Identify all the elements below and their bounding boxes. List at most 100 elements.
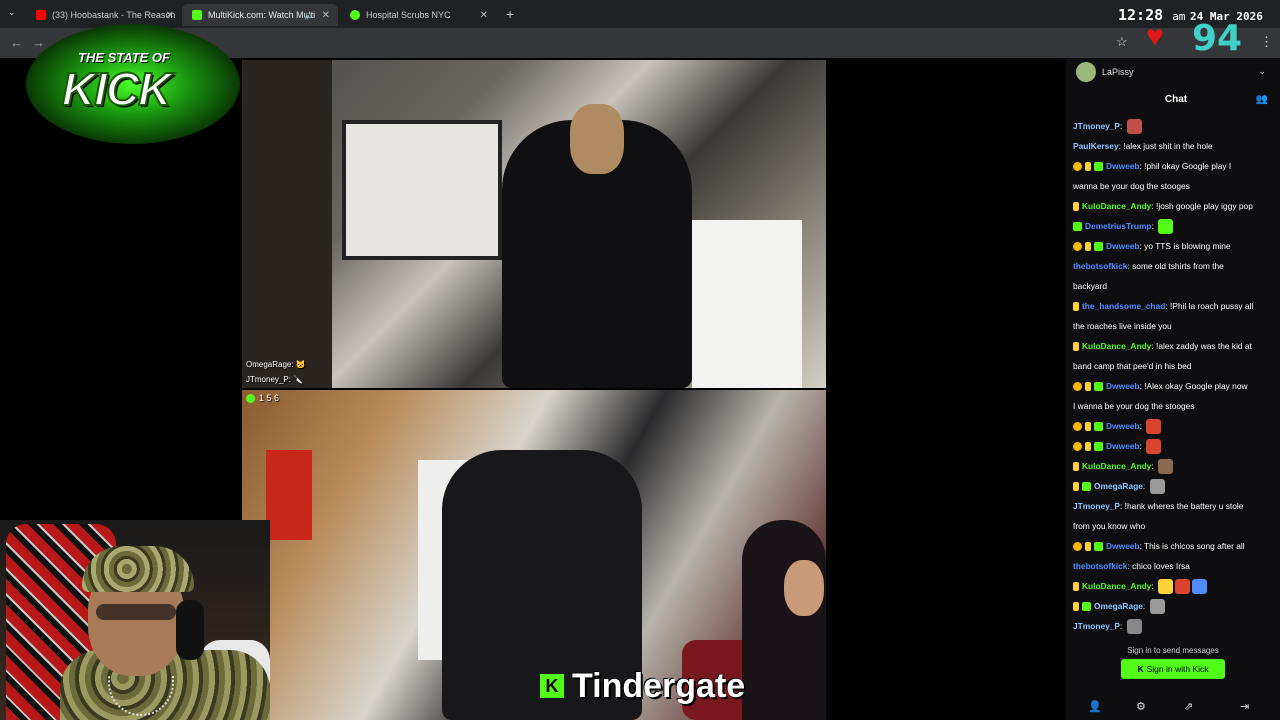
chat-username[interactable]: JTmoney_P	[1073, 621, 1120, 631]
colon-separator: :	[1139, 421, 1145, 431]
chat-username[interactable]: thebotsofkick	[1073, 261, 1127, 271]
chat-username[interactable]: Dwweeb	[1106, 381, 1140, 391]
chat-message: OmegaRage:	[1073, 476, 1276, 496]
bookmark-star-icon[interactable]: ☆	[1116, 34, 1128, 50]
wall-poster	[266, 450, 312, 540]
tab-hoobastank[interactable]: (33) Hoobastank - The Reason ✕	[26, 4, 182, 26]
chat-message: JTmoney_P:	[1073, 616, 1276, 636]
headphones	[176, 600, 204, 660]
message-text: I wanna be your dog the stooges	[1073, 401, 1195, 411]
chat-username[interactable]: KuloDance_Andy	[1082, 461, 1151, 471]
multikick-favicon-icon	[192, 10, 202, 20]
chat-username[interactable]: PaulKersey	[1073, 141, 1119, 151]
chat-username[interactable]: Dwweeb	[1106, 441, 1140, 451]
message-text: !alex just shit in the hole	[1123, 141, 1213, 151]
projector-screen	[342, 120, 502, 260]
chat-emote-icon	[1126, 619, 1142, 635]
chevron-down-icon[interactable]: ⌄	[1258, 66, 1266, 77]
tab-multikick[interactable]: MultiKick.com: Watch Multi 🔈 ✕	[182, 4, 338, 26]
browser-menu-icon[interactable]: ⋮	[1260, 34, 1273, 50]
chat-username[interactable]: JTmoney_P	[1073, 121, 1120, 131]
chat-badge-icon	[1085, 442, 1091, 452]
chat-username[interactable]: the_handsome_chad	[1082, 301, 1165, 311]
popout-icon[interactable]: ⇗	[1184, 700, 1193, 713]
youtube-favicon-icon	[36, 10, 46, 20]
video-fridge	[692, 220, 802, 388]
chat-messages: JTmoney_P: PaulKersey: !alex just shit i…	[1066, 114, 1280, 636]
chat-badge-icon	[1085, 162, 1091, 172]
tab-label: (33) Hoobastank - The Reason	[52, 10, 176, 20]
chat-badge-icon	[1073, 382, 1082, 392]
colon-separator: :	[1151, 461, 1156, 471]
tab-label: MultiKick.com: Watch Multi	[208, 10, 316, 20]
message-text: !josh google play iggy pop	[1156, 201, 1253, 211]
settings-gear-icon[interactable]: ⚙	[1136, 700, 1146, 713]
chat-username[interactable]: Dwweeb	[1106, 421, 1140, 431]
chat-message: KuloDance_Andy:	[1073, 576, 1276, 596]
add-user-icon[interactable]: 👤	[1088, 700, 1102, 713]
chat-badge-icon	[1073, 162, 1082, 172]
heart-icon: ♥	[1146, 20, 1164, 53]
clock-ampm: am	[1172, 10, 1186, 23]
webcam-glasses	[96, 604, 176, 620]
chat-message: Dwweeb: yo TTS is blowing mine	[1073, 236, 1276, 256]
chat-username[interactable]: thebotsofkick	[1073, 561, 1127, 571]
colon-separator: :	[1120, 121, 1125, 131]
chat-badge-icon	[1094, 162, 1103, 172]
chat-username[interactable]: Dwweeb	[1106, 161, 1140, 171]
message-text: This is chicos song after all	[1144, 541, 1245, 551]
chat-message: DemetriusTrump:	[1073, 216, 1276, 236]
overlay-number: 94	[1192, 18, 1243, 59]
chat-message: KuloDance_Andy: !josh google play iggy p…	[1073, 196, 1276, 216]
chat-badge-icon	[1073, 442, 1082, 452]
kick-logo-icon: K	[540, 674, 564, 698]
logo-line2: KICK	[61, 62, 172, 116]
chat-emote-icon	[1146, 439, 1162, 455]
chat-badge-icon	[1073, 542, 1082, 552]
chat-message: KuloDance_Andy:	[1073, 456, 1276, 476]
signin-button[interactable]: K Sign in with Kick	[1121, 659, 1225, 679]
chat-username[interactable]: JTmoney_P	[1073, 501, 1120, 511]
new-tab-button[interactable]: +	[506, 6, 514, 22]
tab-close-icon[interactable]: ✕	[166, 10, 174, 21]
collapse-chat-icon[interactable]: ⇥	[1240, 700, 1249, 713]
live-icon	[246, 394, 255, 404]
chat-username[interactable]: KuloDance_Andy	[1082, 581, 1151, 591]
chat-emote-icon	[1158, 459, 1173, 475]
chat-username[interactable]: KuloDance_Andy	[1082, 341, 1151, 351]
chat-badge-icon	[1073, 242, 1082, 252]
chat-username[interactable]: DemetriusTrump	[1085, 221, 1152, 231]
tab-close-icon[interactable]: ✕	[480, 10, 488, 21]
chat-username[interactable]: OmegaRage	[1094, 601, 1143, 611]
chat-emote-icon	[1149, 599, 1165, 615]
back-button[interactable]: ←	[10, 35, 23, 50]
video-face	[570, 104, 624, 174]
speaker-icon[interactable]: 🔈	[304, 11, 314, 20]
chat-username[interactable]: Dwweeb	[1106, 541, 1140, 551]
users-icon[interactable]: 👥	[1256, 94, 1268, 105]
colon-separator: :	[1139, 441, 1145, 451]
message-text: !hank wheres the battery u stole	[1124, 501, 1244, 511]
chat-title-row: Chat 👥	[1066, 86, 1280, 114]
chat-username[interactable]: Dwweeb	[1106, 241, 1140, 251]
chat-username[interactable]: OmegaRage	[1094, 481, 1143, 491]
video-chat-line: JTmoney_P: 🔪	[246, 375, 304, 384]
chat-badge-icon	[1094, 542, 1103, 552]
chat-message: Dwweeb:	[1073, 416, 1276, 436]
state-of-kick-logo: THE STATE OF KICK	[26, 24, 240, 144]
tab-search-icon[interactable]: ⌄	[8, 7, 16, 18]
chat-emote-icon	[1175, 579, 1190, 595]
message-text: !Phil la roach pussy all	[1169, 301, 1254, 311]
chat-username[interactable]: KuloDance_Andy	[1082, 201, 1151, 211]
chat-badge-icon	[1094, 422, 1103, 432]
tab-close-icon[interactable]: ✕	[322, 10, 330, 21]
chat-badge-icon	[1094, 242, 1103, 252]
forward-button[interactable]: →	[32, 35, 45, 50]
chat-badge-icon	[1073, 202, 1079, 212]
colon-separator: :	[1151, 581, 1156, 591]
tab-hospital-scrubs[interactable]: Hospital Scrubs NYC ✕	[340, 4, 496, 26]
chat-badge-icon	[1082, 482, 1091, 492]
channel-header[interactable]: LaPissy ⌄	[1066, 58, 1280, 86]
stream-video-top[interactable]: OmegaRage: 🐱 JTmoney_P: 🔪	[242, 60, 826, 388]
chat-emote-icon	[1149, 479, 1165, 495]
